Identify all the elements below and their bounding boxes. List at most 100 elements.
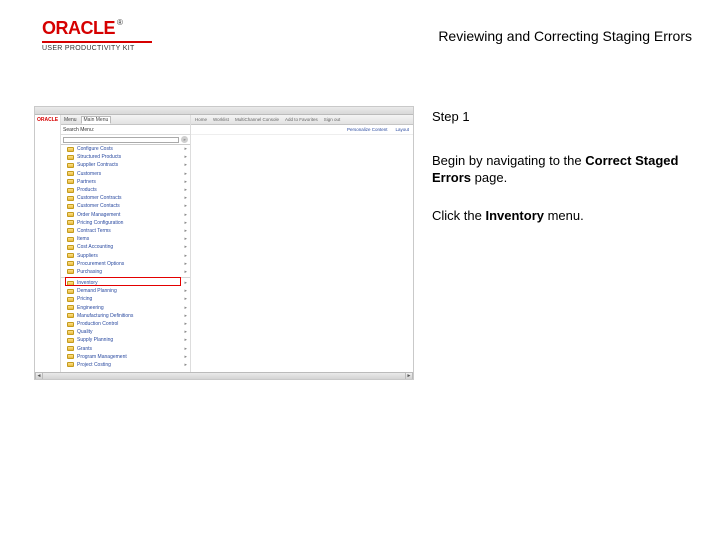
folder-icon: [67, 163, 74, 168]
menu-item[interactable]: Quality▸: [61, 328, 190, 336]
folder-icon: [67, 297, 74, 302]
menu-item-label: Customer Contacts: [77, 203, 181, 209]
top-nav-link[interactable]: Home: [195, 117, 207, 122]
chevron-right-icon: ▸: [184, 203, 190, 209]
menu-item-label: Customers: [77, 171, 181, 177]
menu-item-label: Production Control: [77, 321, 181, 327]
folder-icon: [67, 179, 74, 184]
menu-item[interactable]: Contract Terms▸: [61, 227, 190, 235]
folder-icon: [67, 212, 74, 217]
chevron-right-icon: ▸: [184, 212, 190, 218]
search-go-button[interactable]: »: [181, 136, 188, 143]
chevron-right-icon: ▸: [184, 362, 190, 368]
chevron-right-icon: ▸: [184, 171, 190, 177]
page-action-link[interactable]: Layout: [395, 127, 409, 132]
brand-text: ORACLE: [42, 18, 115, 38]
registered-mark: ®: [117, 18, 123, 27]
menu-item[interactable]: Products▸: [61, 186, 190, 194]
horizontal-scrollbar[interactable]: ◄ ►: [35, 372, 413, 379]
menu-item[interactable]: Customer Contracts▸: [61, 194, 190, 202]
top-nav-link[interactable]: Worklist: [213, 117, 229, 122]
folder-icon: [67, 245, 74, 250]
menu-item-label: Configure Costs: [77, 146, 181, 152]
menu-item[interactable]: Pricing Configuration▸: [61, 219, 190, 227]
menu-item[interactable]: Items▸: [61, 235, 190, 243]
menu-item[interactable]: Project Costing▸: [61, 361, 190, 369]
menu-item-label: Project Costing: [77, 362, 181, 368]
top-nav-link[interactable]: Add to Favorites: [285, 117, 318, 122]
folder-icon: [67, 147, 74, 152]
chevron-right-icon: ▸: [184, 220, 190, 226]
menu-item[interactable]: Demand Planning▸: [61, 287, 190, 295]
menu-divider: [61, 277, 190, 278]
menu-item[interactable]: Engineering▸: [61, 304, 190, 312]
menu-item[interactable]: Inventory▸: [61, 279, 190, 287]
folder-icon: [67, 204, 74, 209]
folder-icon: [67, 171, 74, 176]
menu-item-label: Engineering: [77, 305, 181, 311]
menu-item[interactable]: Configure Costs▸: [61, 145, 190, 153]
menu-item[interactable]: Pricing▸: [61, 295, 190, 303]
menu-item[interactable]: Suppliers▸: [61, 251, 190, 259]
top-nav-link[interactable]: Sign out: [324, 117, 341, 122]
menu-item[interactable]: Supply Planning▸: [61, 336, 190, 344]
chevron-right-icon: ▸: [184, 195, 190, 201]
menu-item-label: Contract Terms: [77, 228, 181, 234]
scroll-left-arrow[interactable]: ◄: [35, 373, 43, 379]
app-brand-column: ORACLE: [35, 115, 61, 379]
menu-tab[interactable]: Menu: [64, 117, 77, 123]
menu-item-label: Pricing Configuration: [77, 220, 181, 226]
menu-item-label: Supply Planning: [77, 337, 181, 343]
folder-icon: [67, 155, 74, 160]
menu-item-label: Suppliers: [77, 253, 181, 259]
content-body: [191, 135, 413, 379]
mini-oracle-logo: ORACLE: [35, 117, 60, 123]
menu-item-label: Partners: [77, 179, 181, 185]
menu-item[interactable]: Order Management▸: [61, 211, 190, 219]
menu-item[interactable]: Customers▸: [61, 170, 190, 178]
left-sidebar: Menu Main Menu Search Menu: » Configure …: [61, 115, 191, 379]
menu-item-label: Products: [77, 187, 181, 193]
chevron-right-icon: ▸: [184, 288, 190, 294]
menu-item[interactable]: Partners▸: [61, 178, 190, 186]
menu-tree: Configure Costs▸Structured Products▸Supp…: [61, 145, 190, 379]
menu-item[interactable]: Purchasing▸: [61, 268, 190, 276]
chevron-right-icon: ▸: [184, 280, 190, 286]
folder-icon: [67, 196, 74, 201]
folder-icon: [67, 253, 74, 258]
folder-icon: [67, 338, 74, 343]
menu-item[interactable]: Program Management▸: [61, 353, 190, 361]
folder-icon: [67, 188, 74, 193]
main-menu-tab[interactable]: Main Menu: [81, 116, 112, 124]
folder-icon: [67, 322, 74, 327]
chevron-right-icon: ▸: [184, 162, 190, 168]
menu-item[interactable]: Procurement Options▸: [61, 260, 190, 268]
menu-item-label: Items: [77, 236, 181, 242]
menu-item-label: Purchasing: [77, 269, 181, 275]
content-area: Home Worklist MultiChannel Console Add to F…: [191, 115, 413, 379]
menu-item[interactable]: Customer Contacts▸: [61, 202, 190, 210]
folder-icon: [67, 305, 74, 310]
chevron-right-icon: ▸: [184, 305, 190, 311]
chevron-right-icon: ▸: [184, 187, 190, 193]
page-action-links: Personalize Content Layout: [191, 125, 413, 135]
menu-item[interactable]: Manufacturing Definitions▸: [61, 312, 190, 320]
menu-item[interactable]: Structured Products▸: [61, 153, 190, 161]
menu-item-label: Structured Products: [77, 154, 181, 160]
folder-icon: [67, 228, 74, 233]
menu-item[interactable]: Cost Accounting▸: [61, 243, 190, 251]
menu-item-label: Demand Planning: [77, 288, 181, 294]
menu-item-label: Inventory: [77, 280, 181, 286]
chevron-right-icon: ▸: [184, 296, 190, 302]
menu-item[interactable]: Supplier Contracts▸: [61, 161, 190, 169]
menu-item[interactable]: Production Control▸: [61, 320, 190, 328]
top-nav-link[interactable]: MultiChannel Console: [235, 117, 279, 122]
menu-item[interactable]: Grants▸: [61, 345, 190, 353]
page-action-link[interactable]: Personalize Content: [347, 127, 388, 132]
page-title: Reviewing and Correcting Staging Errors: [438, 28, 692, 44]
menu-item-label: Grants: [77, 346, 181, 352]
oracle-logo: ORACLE® USER PRODUCTIVITY KIT: [42, 18, 152, 52]
chevron-right-icon: ▸: [184, 228, 190, 234]
search-input[interactable]: [63, 137, 179, 143]
scroll-right-arrow[interactable]: ►: [405, 373, 413, 379]
